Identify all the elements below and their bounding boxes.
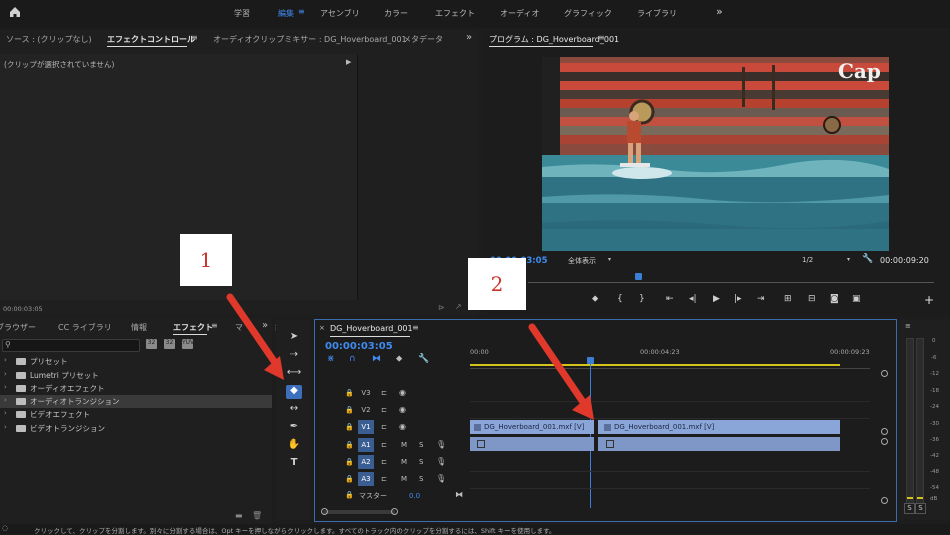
arrow-to-razor-tool bbox=[226, 293, 594, 420]
